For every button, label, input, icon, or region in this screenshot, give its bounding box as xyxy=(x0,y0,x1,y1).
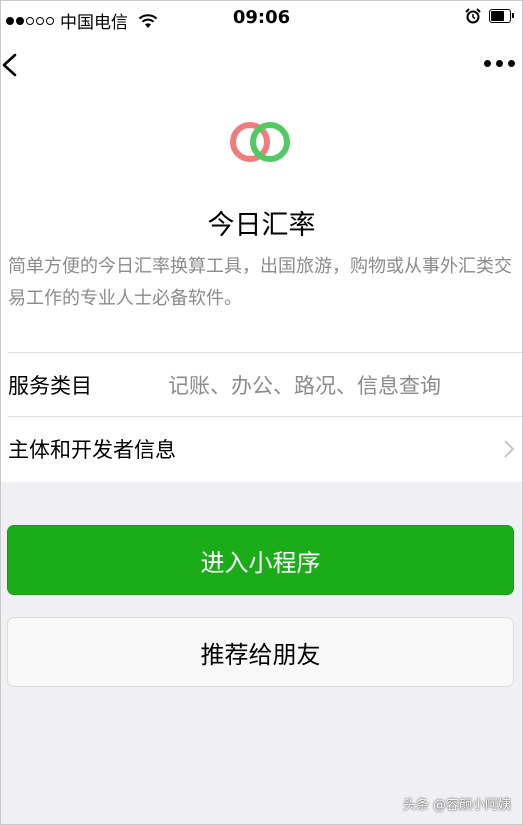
more-dot xyxy=(484,60,491,67)
back-chevron-icon[interactable] xyxy=(0,50,22,80)
recommend-to-friend-button[interactable]: 推荐给朋友 xyxy=(7,617,514,687)
service-category-value: 记账、办公、路况、信息查询 xyxy=(168,374,441,398)
watermark: 头条 @容颜小阿姨 xyxy=(402,798,511,813)
app-name: 今日汇率 xyxy=(207,210,316,241)
nav-bar xyxy=(0,40,523,90)
enter-mini-program-button[interactable]: 进入小程序 xyxy=(7,525,514,595)
service-category-row: 服务类目 记账、办公、路况、信息查询 xyxy=(8,352,523,416)
developer-info-label: 主体和开发者信息 xyxy=(8,438,176,462)
more-dots-icon[interactable] xyxy=(484,60,515,67)
developer-info-row[interactable]: 主体和开发者信息 xyxy=(8,416,523,480)
app-logo-icon xyxy=(230,122,290,162)
status-bar: 中国电信 09:06 xyxy=(0,0,523,36)
more-dot xyxy=(496,60,503,67)
battery-icon xyxy=(489,9,514,23)
battery-level xyxy=(491,11,504,21)
clock: 09:06 xyxy=(232,7,291,28)
app-description: 简单方便的今日汇率换算工具，出国旅游，购物或从事外汇类交易工作的专业人士必备软件… xyxy=(8,256,512,309)
chevron-right-icon xyxy=(504,440,515,458)
alarm-icon xyxy=(465,8,481,24)
more-dot xyxy=(508,60,515,67)
service-category-label: 服务类目 xyxy=(8,374,92,398)
